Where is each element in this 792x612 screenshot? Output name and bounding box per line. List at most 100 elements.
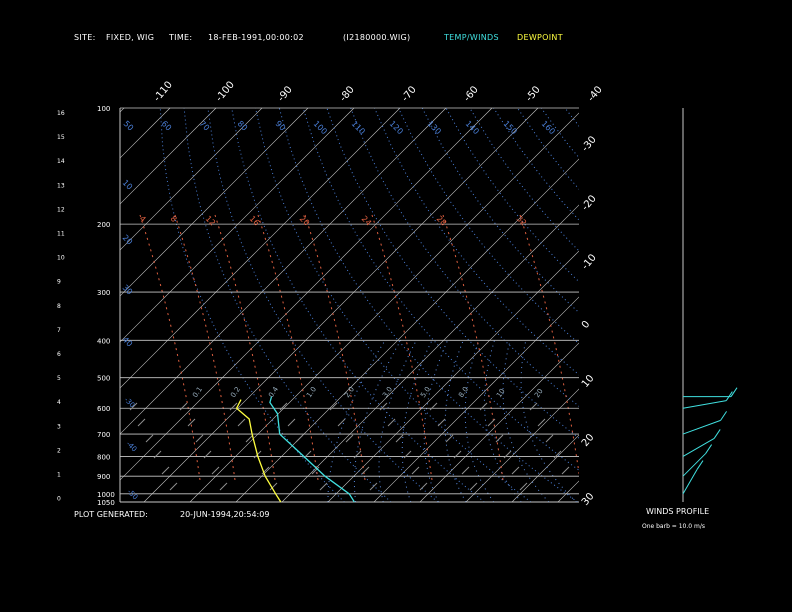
dry-adiabat (421, 108, 579, 314)
grid-barb (237, 418, 246, 427)
height-label: 13 (57, 182, 65, 189)
mixing-ratio-label: 20 (298, 214, 312, 228)
grid-barb (437, 418, 446, 427)
grid-barb (153, 450, 162, 459)
grid-barb (219, 482, 228, 491)
dry-adiabat-label: 130 (426, 119, 443, 136)
pressure-label: 300 (97, 289, 110, 297)
grid-barb (387, 418, 396, 427)
grid-barb (319, 482, 328, 491)
dry-adiabat-label: 30 (121, 283, 135, 297)
mixing-ratio-label: 32 (515, 214, 529, 228)
isotherm-line (0, 108, 78, 502)
isotherm-top-label: -90 (276, 84, 295, 104)
dry-adiabat (469, 108, 579, 252)
isotherm-line (604, 108, 792, 502)
moist-adiabat (444, 340, 467, 502)
pressure-label: 800 (97, 453, 110, 461)
dry-adiabat-label: 120 (388, 119, 405, 136)
dry-adiabat-label: 150 (502, 119, 519, 136)
grid-barb (469, 482, 478, 491)
pressure-label: 200 (97, 221, 110, 229)
dry-adiabat-label: -30 (123, 396, 137, 410)
pressure-label: 700 (97, 431, 110, 439)
plot-area (0, 108, 792, 502)
dry-adiabat-label: 40 (121, 335, 135, 349)
isotherm-top-label: -70 (400, 84, 419, 104)
height-label: 7 (57, 327, 61, 334)
grid-barb (369, 482, 378, 491)
pressure-label: 400 (97, 337, 110, 345)
height-label: 11 (57, 231, 65, 238)
mixing-ratio-label: 28 (435, 214, 449, 228)
moist-label: 3.0 (381, 385, 394, 399)
height-label: 10 (57, 255, 65, 262)
mixing-ratio-label: 24 (360, 214, 374, 228)
isotherm-line (120, 108, 309, 297)
grid-barb (229, 402, 238, 411)
dry-adiabat-label: -50 (126, 488, 140, 502)
mixing-ratio-label: 16 (248, 214, 262, 228)
height-label: 5 (57, 375, 61, 382)
height-label: 1 (57, 472, 61, 479)
dry-adiabat (516, 108, 579, 190)
height-label: 2 (57, 447, 61, 454)
moist-adiabat (401, 340, 433, 502)
dry-adiabat (684, 108, 792, 502)
grid-barb (529, 402, 538, 411)
wind-barb (682, 469, 698, 495)
dry-adiabat (302, 108, 579, 471)
grid-barb (195, 434, 204, 443)
isotherm-top-label: -100 (214, 79, 237, 103)
height-label: 9 (57, 279, 61, 286)
wind-barb (682, 453, 706, 477)
grid-barb (479, 402, 488, 411)
isotherm-line (465, 388, 579, 502)
mixing-ratio-line (139, 214, 201, 481)
moist-adiabat (464, 340, 495, 502)
moist-label: 0.4 (267, 385, 280, 399)
moist-label: 10 (495, 387, 507, 399)
moist-adiabat (520, 340, 577, 502)
dry-adiabat-label: 110 (350, 119, 367, 136)
isotherm-top-label: -50 (524, 84, 543, 104)
height-label: 0 (57, 496, 61, 503)
isotherm-line (419, 342, 579, 502)
dry-adiabat (326, 108, 579, 439)
isotherm-right-label: -20 (580, 193, 599, 213)
dry-adiabat (637, 108, 792, 502)
grid-barb (287, 418, 296, 427)
grid-barb (429, 402, 438, 411)
pressure-label: 500 (97, 375, 110, 383)
dry-adiabat (278, 108, 578, 502)
grid-barb (445, 434, 454, 443)
dry-adiabat (159, 108, 345, 502)
moist-adiabat (353, 340, 402, 502)
dry-adiabat (183, 108, 392, 502)
moist-label: 20 (533, 387, 545, 399)
grid-barb (403, 450, 412, 459)
dry-adiabat (589, 108, 792, 502)
dry-adiabat (397, 108, 579, 345)
moist-label: 1.0 (305, 385, 318, 399)
dry-adiabat-label: 80 (236, 119, 250, 133)
moist-label: 0.1 (191, 385, 204, 399)
dry-adiabat-label: -40 (125, 440, 139, 454)
grid-barb (561, 466, 570, 475)
mixing-ratio-line (214, 214, 276, 481)
dry-adiabat-label: 160 (540, 119, 557, 136)
isotherm-line (511, 434, 579, 502)
plot-generated-label: PLOT GENERATED: (74, 510, 148, 519)
grid-barb (169, 482, 178, 491)
isotherm-right-label: 10 (580, 373, 597, 390)
mixing-ratio-line (174, 214, 236, 481)
dry-adiabat-label: 100 (312, 119, 329, 136)
grid-barb (461, 466, 470, 475)
wind-barb-flag (713, 429, 721, 439)
grid-barb (337, 418, 346, 427)
moist-adiabat (327, 340, 386, 502)
grid-barb (145, 434, 154, 443)
dewpoint-trace (235, 399, 282, 503)
dry-adiabat-label: 70 (198, 119, 212, 133)
plot-generated-value: 20-JUN-1994,20:54:09 (180, 510, 270, 519)
